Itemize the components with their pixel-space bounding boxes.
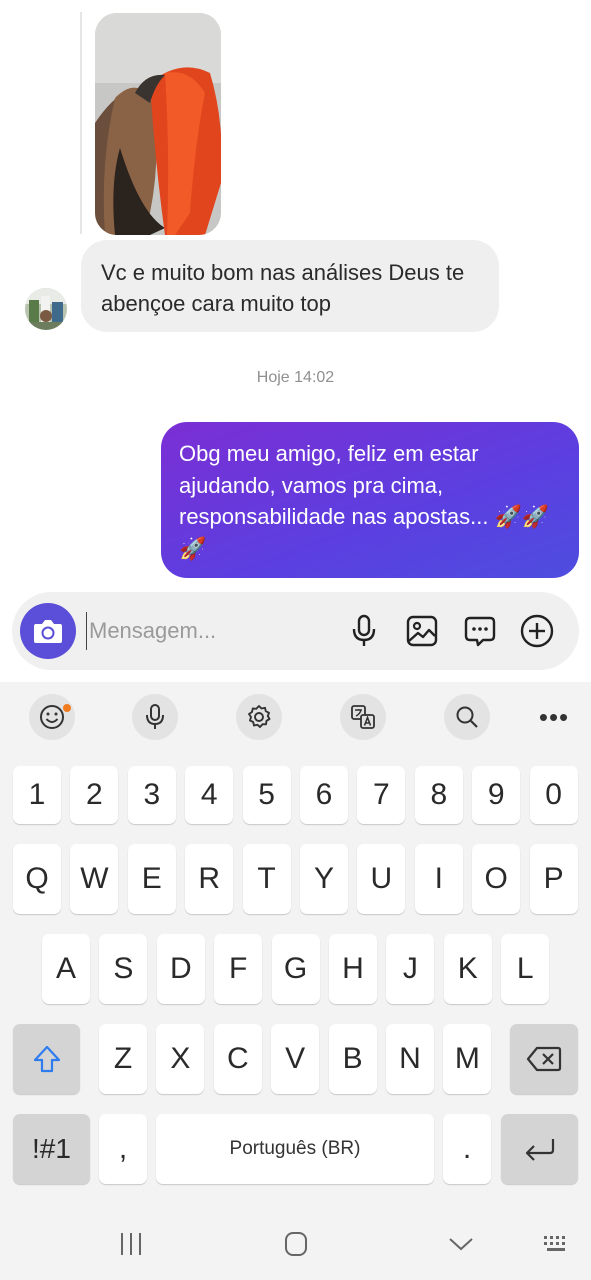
key-0[interactable]: 0 bbox=[529, 766, 578, 824]
key-l[interactable]: L bbox=[501, 934, 550, 1004]
microphone-icon bbox=[352, 614, 376, 646]
key-b[interactable]: B bbox=[328, 1024, 377, 1094]
backspace-key[interactable] bbox=[510, 1024, 578, 1094]
key-j[interactable]: J bbox=[386, 934, 435, 1004]
emoji-button[interactable] bbox=[29, 694, 75, 740]
recent-apps-icon bbox=[121, 1233, 141, 1255]
symbols-key[interactable]: !#1 bbox=[13, 1114, 90, 1184]
key-e[interactable]: E bbox=[127, 844, 176, 914]
key-7[interactable]: 7 bbox=[357, 766, 406, 824]
recent-apps-button[interactable] bbox=[111, 1226, 151, 1262]
key-9[interactable]: 9 bbox=[472, 766, 521, 824]
shift-key[interactable] bbox=[13, 1024, 80, 1094]
key-t[interactable]: T bbox=[242, 844, 291, 914]
incoming-message-bubble[interactable]: Vc e muito bom nas análises Deus te aben… bbox=[81, 240, 499, 332]
search-icon bbox=[456, 706, 478, 728]
key-3[interactable]: 3 bbox=[127, 766, 176, 824]
key-i[interactable]: I bbox=[414, 844, 463, 914]
key-n[interactable]: N bbox=[386, 1024, 434, 1094]
key-s[interactable]: S bbox=[99, 934, 148, 1004]
camera-button[interactable] bbox=[20, 603, 76, 659]
outgoing-message-bubble[interactable]: Obg meu amigo, feliz em estar ajudando, … bbox=[161, 422, 579, 578]
key-2[interactable]: 2 bbox=[70, 766, 119, 824]
message-composer bbox=[12, 592, 579, 670]
key-u[interactable]: U bbox=[357, 844, 406, 914]
voice-input-icon bbox=[146, 704, 164, 729]
plus-circle-icon bbox=[520, 614, 554, 648]
key-d[interactable]: D bbox=[156, 934, 205, 1004]
enter-icon bbox=[525, 1139, 554, 1161]
key-y[interactable]: Y bbox=[300, 844, 348, 914]
gallery-icon bbox=[406, 615, 438, 647]
keyboard-icon bbox=[544, 1236, 565, 1251]
period-key[interactable]: . bbox=[443, 1114, 491, 1184]
voice-input-button[interactable] bbox=[132, 694, 178, 740]
keyboard-switch-button[interactable] bbox=[536, 1226, 576, 1262]
more-icon: ••• bbox=[538, 701, 570, 732]
chat-area: Vc e muito bom nas análises Deus te aben… bbox=[0, 0, 591, 682]
keyboard-settings-button[interactable] bbox=[236, 694, 282, 740]
enter-key[interactable] bbox=[501, 1114, 578, 1184]
shift-icon bbox=[33, 1045, 60, 1073]
key-r[interactable]: R bbox=[185, 844, 234, 914]
key-g[interactable]: G bbox=[271, 934, 320, 1004]
chevron-down-icon bbox=[449, 1238, 473, 1251]
home-button[interactable] bbox=[276, 1226, 316, 1262]
key-c[interactable]: C bbox=[213, 1024, 262, 1094]
gallery-button[interactable] bbox=[400, 609, 444, 653]
key-4[interactable]: 4 bbox=[185, 766, 234, 824]
emoji-icon bbox=[40, 705, 64, 729]
key-8[interactable]: 8 bbox=[414, 766, 463, 824]
backspace-icon bbox=[526, 1046, 562, 1072]
key-f[interactable]: F bbox=[214, 934, 263, 1004]
message-input[interactable] bbox=[86, 612, 326, 650]
incoming-message-text: Vc e muito bom nas análises Deus te aben… bbox=[101, 260, 465, 316]
key-w[interactable]: W bbox=[70, 844, 119, 914]
key-v[interactable]: V bbox=[271, 1024, 320, 1094]
contact-avatar[interactable] bbox=[25, 288, 67, 330]
reply-indicator-line bbox=[80, 12, 82, 234]
outgoing-message-text: Obg meu amigo, feliz em estar ajudando, … bbox=[179, 441, 550, 561]
more-button[interactable]: ••• bbox=[531, 694, 577, 740]
key-h[interactable]: H bbox=[329, 934, 377, 1004]
microphone-button[interactable] bbox=[342, 609, 386, 653]
camera-icon bbox=[34, 620, 62, 643]
key-z[interactable]: Z bbox=[99, 1024, 147, 1094]
keyboard-search-button[interactable] bbox=[444, 694, 490, 740]
key-5[interactable]: 5 bbox=[242, 766, 291, 824]
key-o[interactable]: O bbox=[472, 844, 521, 914]
message-timestamp: Hoje 14:02 bbox=[256, 369, 335, 386]
translate-button[interactable] bbox=[340, 694, 386, 740]
sticker-button[interactable] bbox=[458, 609, 502, 653]
notification-dot bbox=[63, 704, 71, 712]
key-6[interactable]: 6 bbox=[300, 766, 348, 824]
system-navigation-bar bbox=[0, 1206, 591, 1280]
translate-icon bbox=[351, 705, 375, 729]
key-q[interactable]: Q bbox=[13, 844, 61, 914]
keyboard: ••• 1234567890 QWERTYUIOP ASDFGHJKL ZXCV… bbox=[0, 682, 591, 1280]
chat-bubble-icon bbox=[464, 616, 496, 647]
settings-icon bbox=[248, 705, 271, 728]
key-m[interactable]: M bbox=[443, 1024, 492, 1094]
comma-key[interactable]: , bbox=[99, 1114, 147, 1184]
space-key[interactable]: Português (BR) bbox=[156, 1114, 434, 1184]
key-p[interactable]: P bbox=[529, 844, 578, 914]
key-1[interactable]: 1 bbox=[13, 766, 61, 824]
home-icon bbox=[285, 1232, 307, 1256]
key-x[interactable]: X bbox=[156, 1024, 205, 1094]
hide-keyboard-button[interactable] bbox=[441, 1226, 481, 1262]
shared-photo[interactable] bbox=[95, 13, 221, 235]
key-a[interactable]: A bbox=[42, 934, 90, 1004]
add-button[interactable] bbox=[515, 609, 559, 653]
key-k[interactable]: K bbox=[443, 934, 492, 1004]
